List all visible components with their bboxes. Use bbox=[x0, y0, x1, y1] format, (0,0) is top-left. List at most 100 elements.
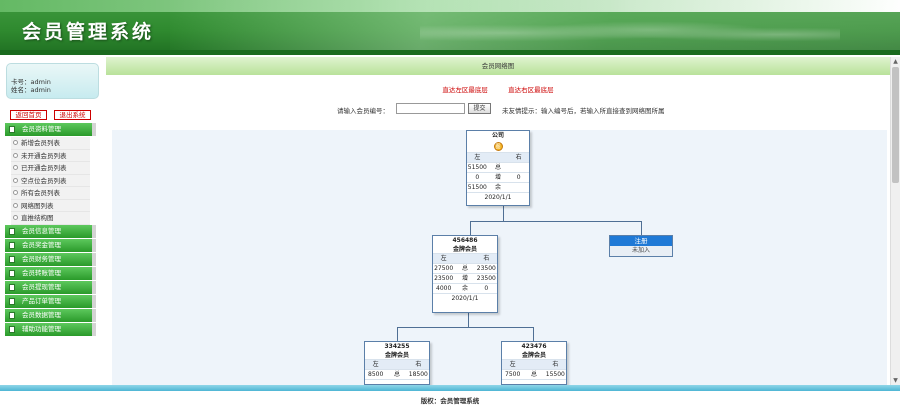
node-date: 2020/1/1 bbox=[451, 295, 479, 302]
search-label: 请输入会员编号： bbox=[337, 107, 389, 115]
node-id: 456486 bbox=[452, 237, 478, 244]
logout-button[interactable]: 退出系统 bbox=[54, 110, 91, 120]
folder-icon bbox=[9, 227, 15, 235]
bullet-icon bbox=[13, 215, 18, 220]
app-title: 会员管理系统 bbox=[22, 21, 155, 43]
folder-icon bbox=[9, 269, 15, 277]
cell: 余 bbox=[461, 285, 468, 292]
menu-item-label: 空点位会员列表 bbox=[21, 176, 67, 185]
menu-item[interactable]: 已开通会员列表 bbox=[11, 162, 90, 175]
footer-copyright: 版权：会员管理系统 bbox=[420, 397, 480, 405]
tree-node-334255[interactable]: 334255 金牌会员 左 右 8500 总 18500 bbox=[364, 341, 430, 385]
cell: 总 bbox=[530, 371, 537, 378]
footer: 版权：会员管理系统 bbox=[0, 385, 900, 405]
cell: 总 bbox=[393, 371, 400, 378]
menu-item-label: 网络图列表 bbox=[21, 201, 54, 210]
home-button[interactable]: 返回首页 bbox=[10, 110, 47, 120]
page-title: 会员网络图 bbox=[106, 57, 890, 75]
cell: 15500 bbox=[545, 371, 565, 378]
folder-icon bbox=[9, 241, 15, 249]
cell: 51500 bbox=[467, 164, 487, 171]
connector-n1-horizontal bbox=[397, 327, 534, 328]
cell: 7500 bbox=[505, 371, 521, 378]
cell: 总 bbox=[495, 164, 502, 171]
connector-root-horizontal bbox=[470, 221, 641, 222]
menu-section-0[interactable]: 会员资料管理 bbox=[5, 123, 96, 136]
menu-section-6[interactable]: 产品订单管理 bbox=[5, 294, 96, 308]
cell: 27500 bbox=[434, 265, 454, 272]
node-level: 金牌会员 bbox=[502, 351, 566, 360]
menu-section-3[interactable]: 会员财务管理 bbox=[5, 252, 96, 266]
menu-item[interactable]: 所有会员列表 bbox=[11, 187, 90, 200]
bullet-icon bbox=[13, 177, 18, 183]
link-left-bottom[interactable]: 直达左区最底层 bbox=[442, 84, 488, 94]
menu-section-label: 会员财务管理 bbox=[22, 254, 61, 263]
register-node[interactable]: 注册 未加入 bbox=[609, 235, 673, 257]
folder-icon bbox=[9, 126, 15, 133]
scroll-down-icon[interactable]: ▼ bbox=[891, 376, 900, 385]
user-name: 姓名：admin bbox=[11, 86, 51, 94]
menu-section-label: 会员转账管理 bbox=[22, 268, 61, 277]
col-left-label: 左 bbox=[440, 255, 447, 262]
bullet-icon bbox=[13, 165, 18, 170]
submit-button[interactable]: 提交 bbox=[468, 103, 491, 114]
menu-section-1[interactable]: 会员信息管理 bbox=[5, 224, 96, 238]
node-id: 423476 bbox=[521, 343, 547, 350]
cell: 增 bbox=[495, 174, 502, 181]
col-right-label: 右 bbox=[552, 361, 559, 368]
sidebar-menu: 会员资料管理新增会员列表未开通会员列表已开通会员列表 空点位会员列表 所有会员列表网… bbox=[5, 123, 96, 337]
menu-item[interactable]: 直推结构图 bbox=[11, 212, 90, 225]
menu-section-label: 辅助功能管理 bbox=[22, 324, 61, 333]
company-badge-icon: 图 bbox=[493, 142, 503, 151]
register-title[interactable]: 注册 bbox=[610, 236, 672, 246]
menu-section-7[interactable]: 会员数据管理 bbox=[5, 308, 96, 322]
cell: 51500 bbox=[467, 184, 487, 191]
menu-item[interactable]: 网络图列表 bbox=[11, 199, 90, 212]
node-title: 公司 bbox=[491, 132, 504, 139]
connector-to-n3 bbox=[533, 327, 534, 341]
col-right-label: 右 bbox=[515, 154, 522, 161]
folder-icon bbox=[9, 297, 15, 305]
user-info-box: 卡号：admin 姓名：admin bbox=[6, 63, 99, 99]
cell: 18500 bbox=[408, 371, 428, 378]
tree-node-423476[interactable]: 423476 金牌会员 左 右 7500 总 15500 bbox=[501, 341, 567, 385]
menu-item-label: 直推结构图 bbox=[21, 214, 54, 222]
network-tree-canvas: 公司 图 左右 51500 总 0增0 51500 余 2020/1/1 45648… bbox=[112, 130, 887, 385]
menu-section-5[interactable]: 会员提现管理 bbox=[5, 280, 96, 294]
col-right-label: 右 bbox=[483, 255, 490, 262]
cell: 23500 bbox=[434, 275, 454, 282]
cell: 0 bbox=[484, 285, 489, 292]
scroll-up-icon[interactable]: ▲ bbox=[891, 57, 900, 66]
menu-item-label: 已开通会员列表 bbox=[21, 164, 67, 172]
member-id-input[interactable] bbox=[396, 103, 465, 114]
menu-section-8[interactable]: 辅助功能管理 bbox=[5, 322, 96, 336]
node-level: 金牌会员 bbox=[365, 351, 429, 360]
folder-icon bbox=[9, 325, 15, 333]
header-bottom-strip bbox=[0, 50, 900, 55]
menu-section-2[interactable]: 会员奖金管理 bbox=[5, 238, 96, 252]
cell: 余 bbox=[495, 184, 502, 191]
tree-node-456486[interactable]: 456486 金牌会员 左 右 27500 总 23500 23500 增 23500 4… bbox=[432, 235, 498, 313]
connector-to-right-node bbox=[641, 221, 642, 235]
col-left-label: 左 bbox=[474, 154, 481, 161]
menu-section-label: 会员信息管理 bbox=[22, 226, 61, 235]
left-sidebar: 卡号：admin 姓名：admin 返回首页 退出系统 会员资料管理新增会员列表… bbox=[0, 55, 102, 385]
menu-item[interactable]: 空点位会员列表 bbox=[11, 174, 90, 187]
node-id: 334255 bbox=[384, 343, 410, 350]
cell: 增 bbox=[461, 275, 468, 282]
menu-section-label: 会员奖金管理 bbox=[22, 240, 61, 249]
scroll-thumb[interactable] bbox=[892, 67, 899, 183]
user-card-number: 卡号：admin bbox=[11, 78, 51, 86]
menu-item-label: 新增会员列表 bbox=[21, 139, 60, 147]
bullet-icon bbox=[13, 190, 18, 195]
tree-node-root[interactable]: 公司 图 左 右 51500 总 0 增 0 51500 余 2020/1/1 bbox=[466, 130, 530, 206]
link-right-bottom[interactable]: 直达右区最底层 bbox=[508, 84, 554, 94]
menu-item[interactable]: 未开通会员列表 bbox=[11, 149, 90, 162]
vertical-scrollbar[interactable]: ▲ ▼ bbox=[890, 57, 900, 385]
tip-text: 未友情提示：输入编号后，若输入所直接查到网络图所属 bbox=[502, 107, 665, 115]
menu-item-label: 所有会员列表 bbox=[21, 189, 60, 197]
menu-item[interactable]: 新增会员列表 bbox=[11, 137, 90, 150]
folder-icon bbox=[9, 311, 15, 319]
cell: 0 bbox=[475, 174, 480, 181]
menu-section-4[interactable]: 会员转账管理 bbox=[5, 266, 96, 280]
